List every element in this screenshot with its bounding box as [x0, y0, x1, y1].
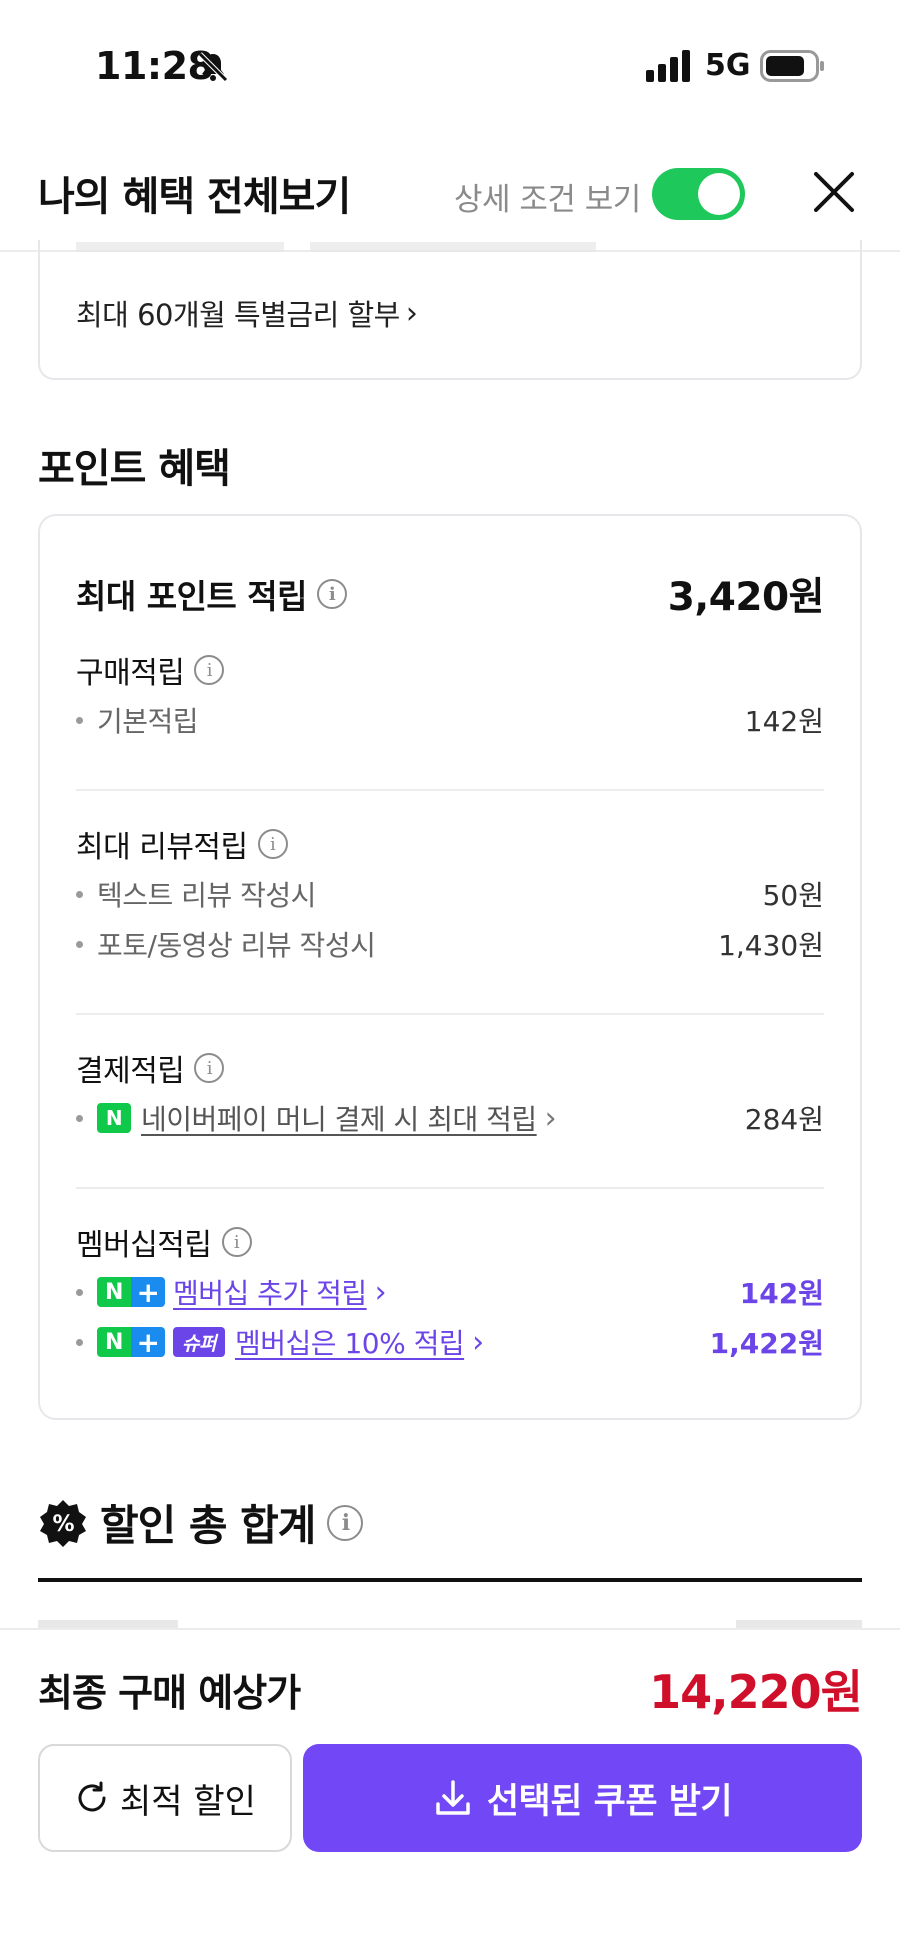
chevron-right-icon: › — [374, 1274, 387, 1310]
item-amount: 142원 — [739, 1277, 824, 1310]
item-label: 텍스트 리뷰 작성시 — [97, 879, 316, 912]
info-icon[interactable]: i — [317, 579, 347, 609]
card-benefits-tail: 최대 60개월 특별금리 할부 › — [38, 240, 862, 380]
refresh-icon — [78, 1781, 106, 1812]
page-title: 나의 혜택 전체보기 — [38, 174, 351, 220]
points-card: 최대 포인트 적립 i 3,420원 구매적립 i 기본적립 142원 최대 리… — [38, 514, 862, 1420]
get-coupons-label: 선택된 쿠폰 받기 — [486, 1781, 733, 1822]
item-label: 기본적립 — [97, 705, 199, 738]
membership-title: 멤버십적립 — [76, 1228, 212, 1263]
list-item: 포토/동영상 리뷰 작성시 1,430원 — [76, 924, 824, 964]
review-title: 최대 리뷰적립 — [76, 830, 248, 865]
membership-extra-link[interactable]: 멤버십 추가 적립 — [173, 1272, 367, 1312]
naver-n-icon: N — [97, 1277, 131, 1307]
item-amount: 284원 — [744, 1103, 824, 1136]
info-icon[interactable]: i — [257, 829, 288, 859]
chevron-right-icon: › — [544, 1100, 557, 1136]
bullet-icon — [76, 940, 83, 948]
naver-n-icon: N — [97, 1327, 131, 1357]
plus-icon: + — [131, 1276, 165, 1309]
optimal-discount-label: 최적 할인 — [120, 1781, 256, 1822]
bullet-icon — [76, 890, 83, 898]
toggle-knob — [698, 173, 740, 215]
installment-link[interactable]: 최대 60개월 특별금리 할부 › — [76, 292, 418, 334]
membership-super-link[interactable]: 멤버십은 10% 적립 — [235, 1322, 465, 1362]
signal-icon — [646, 50, 690, 82]
chevron-right-icon: › — [472, 1324, 484, 1360]
points-section-title: 포인트 혜택 — [38, 446, 231, 492]
list-item: 기본적립 142원 — [76, 700, 824, 740]
bullet-icon — [76, 1288, 83, 1296]
purchase-header: 구매적립 i — [76, 648, 824, 692]
item-amount: 1,422원 — [709, 1327, 824, 1360]
detail-toggle-label: 상세 조건 보기 — [454, 182, 641, 218]
divider — [76, 1013, 824, 1015]
list-item: N + 멤버십 추가 적립 › 142원 — [76, 1272, 824, 1312]
info-icon[interactable]: i — [194, 1053, 225, 1083]
naverpay-icon: N — [97, 1103, 131, 1133]
clipped-text — [76, 242, 596, 252]
purchase-title: 구매적립 — [76, 656, 185, 691]
detail-toggle[interactable] — [652, 168, 745, 220]
info-icon[interactable]: i — [194, 655, 225, 685]
payment-title: 결제적립 — [76, 1054, 185, 1089]
max-points-label: 최대 포인트 적립 — [76, 577, 308, 616]
modal-header: 나의 혜택 전체보기 상세 조건 보기 — [0, 130, 900, 252]
max-points-row: 최대 포인트 적립 i 3,420원 — [76, 566, 825, 622]
close-icon[interactable] — [812, 170, 856, 214]
bottom-bar: 최종 구매 예상가 14,220원 최적 할인 선택된 쿠폰 받기 — [0, 1628, 900, 1951]
divider — [38, 1578, 862, 1582]
divider — [76, 1187, 824, 1189]
list-item: 텍스트 리뷰 작성시 50원 — [76, 874, 824, 914]
discount-title-row: % 할인 총 합계 i — [38, 1492, 364, 1553]
item-amount: 50원 — [762, 879, 824, 912]
super-badge: 슈퍼 — [173, 1327, 225, 1357]
list-item: N + 슈퍼 멤버십은 10% 적립 › 1,422원 — [76, 1322, 824, 1362]
payment-header: 결제적립 i — [76, 1046, 824, 1090]
review-header: 최대 리뷰적립 i — [76, 822, 824, 866]
get-coupons-button[interactable]: 선택된 쿠폰 받기 — [303, 1744, 862, 1852]
membership-header: 멤버십적립 i — [76, 1220, 824, 1264]
battery-icon — [760, 50, 824, 82]
item-amount: 142원 — [744, 705, 824, 738]
svg-text:%: % — [52, 1512, 74, 1537]
optimal-discount-button[interactable]: 최적 할인 — [38, 1744, 292, 1852]
info-icon[interactable]: i — [327, 1504, 364, 1541]
bullet-icon — [76, 1338, 83, 1346]
item-label: 포토/동영상 리뷰 작성시 — [97, 929, 376, 962]
item-amount: 1,430원 — [718, 929, 824, 962]
bullet-icon — [76, 716, 83, 724]
max-points-total: 3,420원 — [667, 575, 825, 620]
final-price: 14,220원 — [649, 1665, 863, 1719]
bullet-icon — [76, 1114, 83, 1122]
list-item: N 네이버페이 머니 결제 시 최대 적립 › 284원 — [76, 1098, 824, 1138]
discount-title: 할인 총 합계 — [100, 1501, 316, 1550]
info-icon[interactable]: i — [221, 1227, 252, 1257]
final-price-label: 최종 구매 예상가 — [38, 1671, 301, 1715]
divider — [76, 789, 824, 791]
status-bar: 11:28 5G — [0, 0, 900, 130]
bell-muted-icon — [198, 52, 228, 82]
download-icon — [436, 1780, 470, 1815]
percent-badge-icon: % — [40, 1499, 86, 1547]
installment-label: 최대 60개월 특별금리 할부 — [76, 298, 400, 332]
chevron-right-icon: › — [405, 295, 418, 331]
plus-icon: + — [131, 1326, 165, 1359]
naverpay-link[interactable]: 네이버페이 머니 결제 시 최대 적립 — [141, 1098, 537, 1138]
network-type: 5G — [705, 48, 751, 83]
